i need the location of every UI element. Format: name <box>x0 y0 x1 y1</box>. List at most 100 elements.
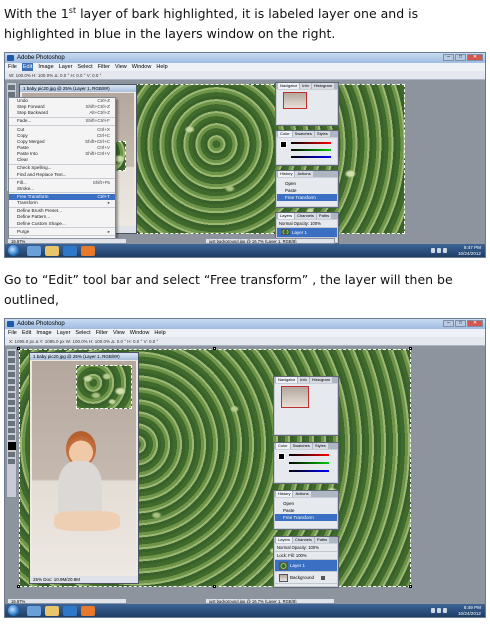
lasso-tool-icon[interactable] <box>8 365 15 370</box>
opacity-value[interactable]: 100% <box>308 545 319 550</box>
menu-help[interactable]: Help <box>154 329 165 337</box>
foreground-swatch[interactable] <box>280 141 287 148</box>
green-slider[interactable] <box>291 149 331 151</box>
transform-options-bar[interactable]: X: 1095.0 px Δ Y: 1095.0 px W: 100.0% H:… <box>5 337 485 346</box>
tab-swatches[interactable]: Swatches <box>290 443 312 449</box>
menu-window[interactable]: Window <box>130 329 150 337</box>
menu-view[interactable]: View <box>115 63 127 71</box>
crop-tool-icon[interactable] <box>8 372 15 377</box>
flag-icon[interactable] <box>443 248 447 253</box>
transform-handle-top[interactable] <box>213 347 216 350</box>
taskbar-clock[interactable]: 8:49 PM 10/24/2012 <box>458 604 481 617</box>
menu-file[interactable]: File <box>8 329 17 337</box>
maximize-button[interactable]: □ <box>455 54 466 61</box>
tab-channels[interactable]: Channels <box>293 537 314 543</box>
explorer-icon[interactable] <box>45 245 59 256</box>
marquee-tool-icon[interactable] <box>8 358 15 363</box>
menu-select[interactable]: Select <box>75 329 90 337</box>
move-tool-icon[interactable] <box>8 351 15 356</box>
eraser-tool-icon[interactable] <box>8 393 15 398</box>
close-button[interactable]: ✕ <box>467 320 483 327</box>
layer-row-layer-1[interactable]: Layer 1 <box>275 560 337 572</box>
tab-layers[interactable]: Layers <box>278 213 295 219</box>
minimize-button[interactable]: – <box>443 54 454 61</box>
menu-file[interactable]: File <box>8 63 17 71</box>
stamp-tool-icon[interactable] <box>8 386 15 391</box>
navigator-preview[interactable] <box>281 386 309 408</box>
tab-styles[interactable]: Styles <box>312 443 328 449</box>
history-item-open[interactable]: Open <box>277 180 337 187</box>
history-item-paste[interactable]: Paste <box>275 507 337 514</box>
foreground-swatch[interactable] <box>278 453 285 460</box>
tab-paths[interactable]: Paths <box>314 537 330 543</box>
volume-icon[interactable] <box>437 248 441 253</box>
menu-item-define-custom-shape[interactable]: Define Custom Shape... <box>9 221 115 227</box>
menu-image[interactable]: Image <box>38 63 53 71</box>
gradient-tool-icon[interactable] <box>8 400 15 405</box>
network-icon[interactable] <box>431 608 435 613</box>
firefox-icon[interactable] <box>81 245 95 256</box>
menu-item-transform[interactable]: Transform ▸ <box>9 200 115 206</box>
menu-item-clear[interactable]: Clear <box>9 157 115 163</box>
tab-histogram[interactable]: Histogram <box>309 377 333 383</box>
firefox-icon[interactable] <box>81 605 95 616</box>
tab-color[interactable]: Color <box>276 443 290 449</box>
history-item-open[interactable]: Open <box>275 500 337 507</box>
photoshop-taskbar-icon[interactable] <box>63 605 77 616</box>
tab-channels[interactable]: Channels <box>295 213 316 219</box>
blend-mode-select[interactable]: Normal <box>279 221 293 226</box>
menu-view[interactable]: View <box>113 329 125 337</box>
transform-handle-bottom-right[interactable] <box>409 585 412 588</box>
tab-navigator[interactable]: Navigator <box>278 83 300 89</box>
history-item-free-transform[interactable]: Free Transform <box>277 194 337 201</box>
move-tool-icon[interactable] <box>8 85 15 90</box>
menu-item-fade[interactable]: Fade... Shift+Ctrl+F <box>9 118 115 124</box>
tab-histogram[interactable]: Histogram <box>311 83 335 89</box>
zoom-tool-icon[interactable] <box>8 435 15 440</box>
menu-select[interactable]: Select <box>77 63 92 71</box>
maximize-button[interactable]: □ <box>455 320 466 327</box>
close-button[interactable]: ✕ <box>467 54 483 61</box>
tab-actions[interactable]: Actions <box>295 171 313 177</box>
menu-item-find-and-replace-text[interactable]: Find and Replace Text... <box>9 172 115 178</box>
tab-info[interactable]: Info <box>300 83 311 89</box>
transform-handle-bottom[interactable] <box>213 585 216 588</box>
menu-edit[interactable]: Edit <box>22 329 31 337</box>
tab-navigator[interactable]: Navigator <box>276 377 298 383</box>
explorer-icon[interactable] <box>45 605 59 616</box>
screen-mode-icon[interactable] <box>8 459 15 464</box>
foreground-color-icon[interactable] <box>8 442 16 450</box>
flag-icon[interactable] <box>443 608 447 613</box>
dodge-tool-icon[interactable] <box>8 407 15 412</box>
menu-window[interactable]: Window <box>132 63 152 71</box>
green-slider[interactable] <box>289 462 329 464</box>
text-tool-icon[interactable] <box>8 421 15 426</box>
quick-mask-icon[interactable] <box>8 452 15 457</box>
fill-value[interactable]: 100% <box>296 553 307 558</box>
baby-document-window[interactable]: 1 baby pic20.jpg @ 25% (Layer 1, RGB/8#)… <box>29 352 139 584</box>
tab-color[interactable]: Color <box>278 131 292 137</box>
layer-row-layer-1[interactable]: Layer 1 <box>277 228 337 238</box>
tab-layers[interactable]: Layers <box>276 537 293 543</box>
red-slider[interactable] <box>291 142 331 144</box>
red-slider[interactable] <box>289 454 329 456</box>
history-item-free-transform[interactable]: Free Transform <box>275 514 337 521</box>
photoshop-taskbar-icon[interactable] <box>63 245 77 256</box>
menu-layer[interactable]: Layer <box>59 63 73 71</box>
network-icon[interactable] <box>431 248 435 253</box>
tab-paths[interactable]: Paths <box>316 213 332 219</box>
menu-image[interactable]: Image <box>36 329 51 337</box>
transform-handle-top-right[interactable] <box>409 347 412 350</box>
tab-history[interactable]: History <box>276 491 293 497</box>
volume-icon[interactable] <box>437 608 441 613</box>
menu-filter[interactable]: Filter <box>96 329 108 337</box>
transform-handle-bottom-left[interactable] <box>17 585 20 588</box>
transform-options-bar[interactable]: W: 100.0% H: 100.0% Δ: 0.0 ° H: 0.0 ° V:… <box>5 71 485 80</box>
tab-actions[interactable]: Actions <box>293 491 311 497</box>
blue-slider[interactable] <box>291 156 331 158</box>
start-button[interactable] <box>8 605 19 616</box>
menu-layer[interactable]: Layer <box>57 329 71 337</box>
menu-item-step-backward[interactable]: Step Backward Alt+Ctrl+Z <box>9 110 115 116</box>
tab-history[interactable]: History <box>278 171 295 177</box>
pen-tool-icon[interactable] <box>8 414 15 419</box>
